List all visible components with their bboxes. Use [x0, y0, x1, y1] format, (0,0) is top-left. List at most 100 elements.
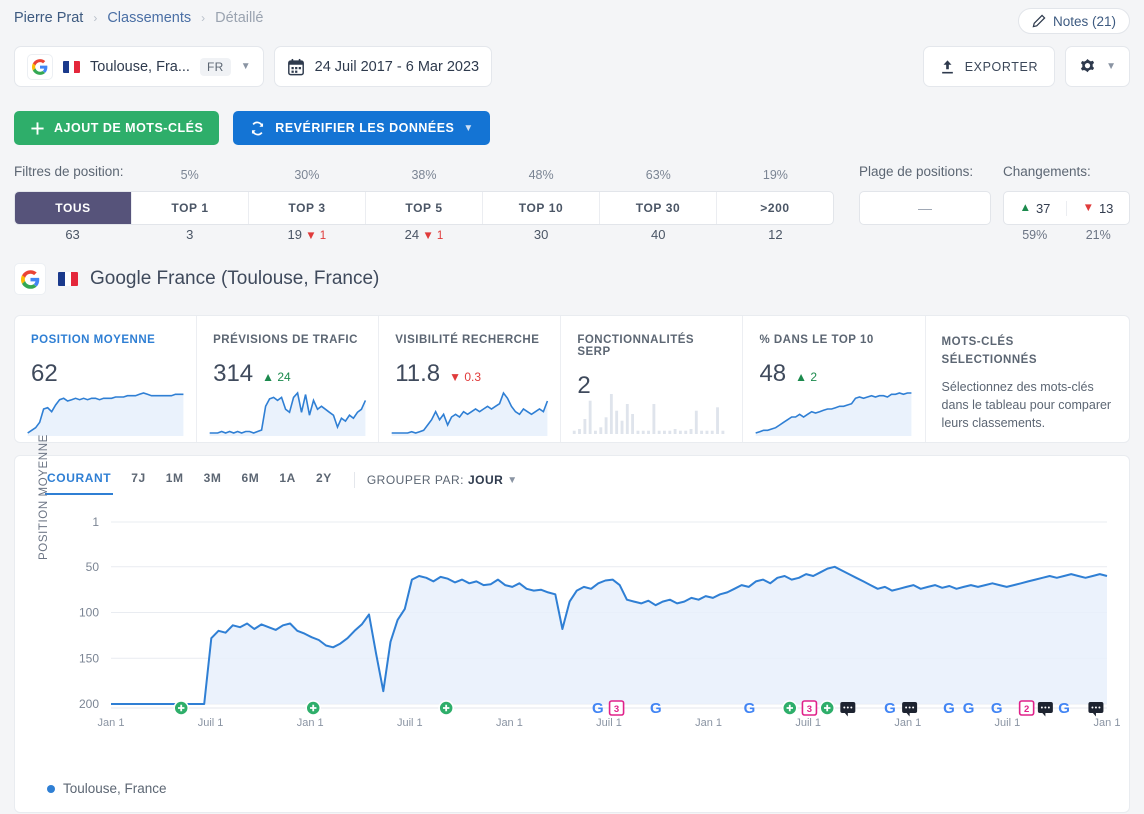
time-range-7j[interactable]: 7J	[121, 465, 156, 495]
recheck-data-label: REVÉRIFIER LES DONNÉES	[275, 121, 455, 135]
recheck-data-button[interactable]: REVÉRIFIER LES DONNÉES ▼	[233, 111, 490, 145]
metric-card-fonctionnalit-s-serp[interactable]: FONCTIONNALITÉS SERP 2	[560, 316, 742, 442]
breadcrumb-root[interactable]: Pierre Prat	[14, 10, 83, 26]
google-icon	[27, 53, 53, 80]
y-axis-tick: 1	[92, 515, 99, 529]
x-axis-tick: Juil 1	[995, 717, 1021, 729]
group-by-selector[interactable]: GROUPER PAR: JOUR ▼	[367, 473, 518, 487]
note-marker[interactable]	[840, 702, 856, 717]
serp-badge-marker[interactable]: 3	[801, 700, 818, 716]
filter-tab-top-3[interactable]: TOP 3	[248, 192, 365, 224]
serp-badge-marker[interactable]: 2	[1018, 700, 1035, 716]
action-buttons: AJOUT DE MOTS-CLÉS REVÉRIFIER LES DONNÉE…	[14, 111, 490, 145]
metric-value: 48	[759, 360, 787, 387]
google-update-marker[interactable]: G	[650, 700, 662, 717]
filter-count: 24 ▼ 1	[404, 227, 444, 242]
time-range-6m[interactable]: 6M	[232, 465, 270, 495]
x-axis-tick: Juil 1	[397, 717, 423, 729]
range-dash: —	[918, 200, 932, 216]
metric-card-position-moyenne[interactable]: POSITION MOYENNE 62	[15, 316, 196, 442]
filter-count: 3	[186, 227, 194, 242]
metric-sparkline	[209, 390, 368, 436]
add-keyword-marker[interactable]	[305, 700, 321, 716]
google-update-marker[interactable]: G	[943, 700, 955, 717]
location-selector[interactable]: Toulouse, Fra... FR ▼	[14, 46, 264, 87]
chart-area-fill	[111, 566, 1107, 704]
note-marker[interactable]	[1088, 702, 1104, 717]
notes-button[interactable]: Notes (21)	[1017, 8, 1130, 34]
time-range-3m[interactable]: 3M	[194, 465, 232, 495]
rankings-chart-panel: COURANT 7J 1M 3M 6M 1A 2Y GROUPER PAR: JOUR ▼ 1 50…	[14, 455, 1130, 813]
france-flag-icon	[58, 272, 78, 286]
upload-icon	[941, 59, 953, 73]
changes-down[interactable]: ▼ 13	[1066, 200, 1129, 216]
filter-tab-tous[interactable]: TOUS	[15, 192, 131, 224]
svg-text:G: G	[991, 700, 1003, 717]
rankings-chart[interactable]: 1 50 100 150 200 Jan 1 Juil 1 Jan 1 Juil 1 Jan 1J…	[15, 508, 1131, 753]
y-axis-tick: 100	[79, 606, 99, 620]
filter-tab-top-10[interactable]: TOP 10	[482, 192, 599, 224]
triangle-down-icon: ▼ 1	[419, 230, 444, 242]
filter-tab-top-1[interactable]: TOP 1	[131, 192, 248, 224]
changes-box: ▲ 37 ▼ 13	[1003, 191, 1130, 225]
selected-keywords-description: Sélectionnez des mots-clés dans le table…	[941, 379, 1112, 430]
note-marker[interactable]	[1037, 702, 1053, 717]
triangle-up-icon: ▲	[1019, 202, 1031, 214]
time-range-1a[interactable]: 1A	[269, 465, 306, 495]
add-keywords-button[interactable]: AJOUT DE MOTS-CLÉS	[14, 111, 220, 145]
time-range-2y[interactable]: 2Y	[306, 465, 342, 495]
filter-percentage: 5%	[180, 168, 199, 182]
x-axis-tick: Jan 1	[894, 717, 921, 729]
changes-up[interactable]: ▲ 37	[1004, 201, 1066, 216]
svg-text:G: G	[1058, 700, 1070, 717]
filter-tab-200[interactable]: >200	[716, 192, 833, 224]
metric-card-pr-visions-de-trafic[interactable]: PRÉVISIONS DE TRAFIC 314 ▲ 24	[196, 316, 378, 442]
metric-title: POSITION MOYENNE	[31, 334, 156, 346]
changes-up-pct: 59%	[1022, 228, 1048, 242]
filter-percentage: 19%	[762, 168, 788, 182]
settings-button[interactable]: ▼	[1065, 46, 1130, 87]
google-update-marker[interactable]: G	[884, 700, 896, 717]
google-update-marker[interactable]: G	[744, 700, 756, 717]
add-keyword-marker[interactable]	[819, 700, 835, 716]
add-keyword-marker[interactable]	[782, 700, 798, 716]
chevron-down-icon: ▼	[507, 474, 518, 486]
chevron-down-icon: ▼	[240, 61, 251, 72]
serp-badge-marker[interactable]: 3	[608, 700, 625, 716]
google-update-marker[interactable]: G	[991, 700, 1003, 717]
svg-text:2: 2	[1024, 704, 1029, 715]
filter-count: 12	[768, 227, 783, 242]
x-axis-tick: Jan 1	[98, 717, 125, 729]
changes-label: Changements:	[1003, 164, 1091, 179]
svg-text:G: G	[744, 700, 756, 717]
metric-card-dans-le-top-10[interactable]: % DANS LE TOP 10 48 ▲ 2	[742, 316, 924, 442]
filter-count: 19 ▼ 1	[287, 227, 327, 242]
filter-tab-top-30[interactable]: TOP 30	[599, 192, 716, 224]
refresh-icon	[252, 121, 264, 135]
changes-up-count: 37	[1035, 200, 1051, 216]
engine-name: Google France (Toulouse, France)	[90, 268, 380, 289]
x-axis-tick: Juil 1	[795, 717, 821, 729]
metric-sparkline	[753, 390, 914, 436]
google-update-marker[interactable]: G	[1058, 700, 1070, 717]
filter-tab-top-5[interactable]: TOP 5	[365, 192, 482, 224]
position-range-input[interactable]: —	[859, 191, 991, 225]
selected-keywords-card: MOTS-CLÉS SÉLECTIONNÉS Sélectionnez des mo…	[924, 316, 1129, 442]
position-range-label: Plage de positions:	[859, 164, 974, 179]
google-update-marker[interactable]: G	[963, 700, 975, 717]
metric-card-visibilit-recherche[interactable]: VISIBILITÉ RECHERCHE 11.8 ▼ 0.3	[378, 316, 560, 442]
filter-counts: 63 3 19 ▼ 1 24 ▼ 1 30 40 12	[14, 227, 834, 242]
metric-cards: POSITION MOYENNE 62 PRÉVISIONS DE TRAFIC 31…	[14, 315, 1130, 443]
changes-percentages: 59% 21%	[1003, 228, 1130, 242]
add-keyword-marker[interactable]	[438, 700, 454, 716]
date-range-selector[interactable]: 24 Juil 2017 - 6 Mar 2023	[273, 46, 493, 87]
add-keyword-marker[interactable]	[173, 700, 189, 716]
triangle-down-icon: ▼ 1	[302, 230, 327, 242]
export-button[interactable]: EXPORTER	[922, 46, 1056, 87]
time-range-1m[interactable]: 1M	[156, 465, 194, 495]
note-marker[interactable]	[902, 702, 918, 717]
google-update-marker[interactable]: G	[592, 700, 604, 717]
breadcrumb-section[interactable]: Classements	[107, 10, 191, 26]
svg-text:3: 3	[614, 704, 619, 715]
metric-sparkline	[573, 394, 725, 434]
